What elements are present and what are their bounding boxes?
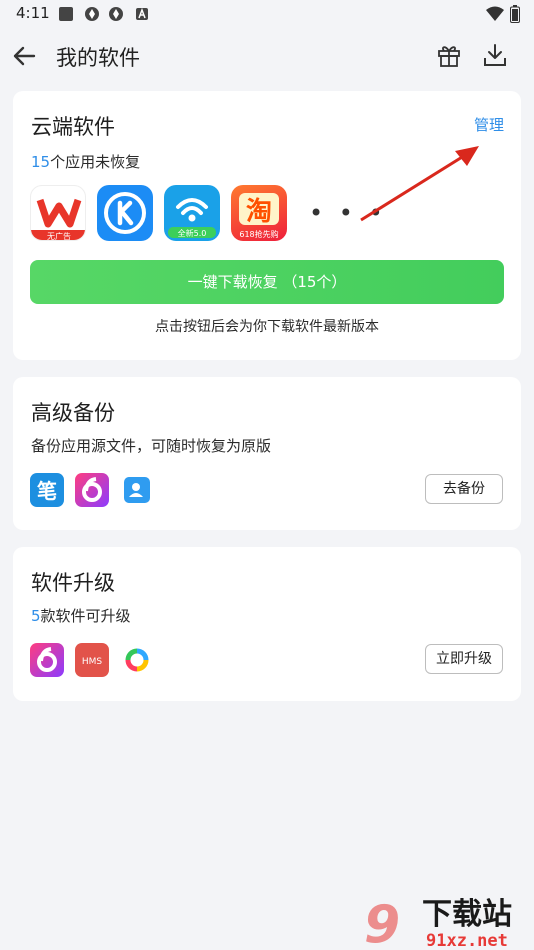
advanced-backup-title: 高级备份 bbox=[31, 401, 115, 425]
hms-app-icon: HMS bbox=[75, 643, 109, 677]
watermark-url: 91xz.net bbox=[426, 931, 508, 950]
wifi-icon bbox=[486, 6, 504, 21]
wps-app-icon[interactable]: 无广告 bbox=[30, 185, 86, 241]
watermark-text: 下载站 bbox=[422, 897, 512, 932]
taobao-app-icon[interactable]: 淘 618抢先购 bbox=[231, 185, 287, 241]
taobao-logo-icon: 淘 618抢先购 bbox=[239, 193, 279, 239]
app-bar: 我的软件 bbox=[0, 30, 534, 82]
svg-text:笔: 笔 bbox=[37, 479, 57, 503]
one-click-restore-button[interactable]: 一键下载恢复 （15个） bbox=[30, 260, 504, 304]
kugou-logo-icon bbox=[104, 192, 146, 234]
video-app-icon bbox=[75, 473, 109, 507]
advanced-backup-card: 高级备份 备份应用源文件，可随时恢复为原版 笔 去备份 bbox=[13, 377, 521, 530]
wps-badge: 无广告 bbox=[47, 231, 71, 241]
count-suffix: 个应用未恢复 bbox=[50, 153, 141, 171]
svg-text:9: 9 bbox=[364, 895, 400, 950]
count-number: 15 bbox=[31, 153, 51, 171]
status-bar: 4:11 bbox=[0, 0, 534, 28]
download-icon[interactable] bbox=[482, 42, 508, 68]
page-title: 我的软件 bbox=[56, 46, 140, 70]
upgrade-count-suffix: 款软件可升级 bbox=[40, 607, 131, 625]
notification-a-icon bbox=[136, 7, 148, 20]
wifi-key-app-icon[interactable]: 全新5.0 bbox=[164, 185, 220, 241]
notification-app-icon bbox=[85, 7, 99, 21]
hms-label: HMS bbox=[82, 657, 103, 667]
upgrade-count-number: 5 bbox=[31, 607, 41, 625]
wifi-key-badge: 全新5.0 bbox=[178, 228, 207, 238]
restore-hint: 点击按钮后会为你下载软件最新版本 bbox=[155, 319, 379, 335]
pen-app-icon: 笔 bbox=[30, 473, 64, 507]
wifi-key-logo-icon: 全新5.0 bbox=[168, 198, 216, 238]
wps-logo-icon: 无广告 bbox=[31, 198, 85, 241]
cloud-unrecovered-count: 15个应用未恢复 bbox=[31, 151, 140, 172]
notification-square-icon bbox=[59, 7, 73, 21]
site-watermark-logo: 9 下载站 91xz.net bbox=[364, 895, 512, 950]
software-upgrade-title: 软件升级 bbox=[31, 571, 115, 595]
svg-text:淘: 淘 bbox=[246, 197, 272, 227]
clock: 4:11 bbox=[16, 4, 50, 22]
go-backup-button[interactable]: 去备份 bbox=[425, 474, 503, 504]
upgrade-now-button[interactable]: 立即升级 bbox=[425, 644, 503, 674]
back-arrow-icon[interactable] bbox=[10, 42, 38, 70]
notification-app-icon bbox=[109, 7, 123, 21]
taobao-badge: 618抢先购 bbox=[239, 229, 278, 239]
backup-description: 备份应用源文件，可随时恢复为原版 bbox=[31, 437, 272, 455]
software-upgrade-card: 软件升级 5款软件可升级 HMS 立即升级 bbox=[13, 547, 521, 701]
cloud-software-title: 云端软件 bbox=[31, 115, 115, 139]
manage-link[interactable]: 管理 bbox=[474, 114, 504, 135]
annotation-arrow-icon bbox=[360, 146, 479, 222]
video-app-icon bbox=[30, 643, 64, 677]
colorful-app-icon bbox=[120, 643, 154, 677]
kugou-app-icon[interactable] bbox=[97, 185, 153, 241]
battery-icon bbox=[510, 5, 520, 23]
contacts-app-icon bbox=[120, 473, 154, 507]
upgrade-count: 5款软件可升级 bbox=[31, 605, 131, 626]
gift-icon[interactable] bbox=[436, 42, 462, 68]
